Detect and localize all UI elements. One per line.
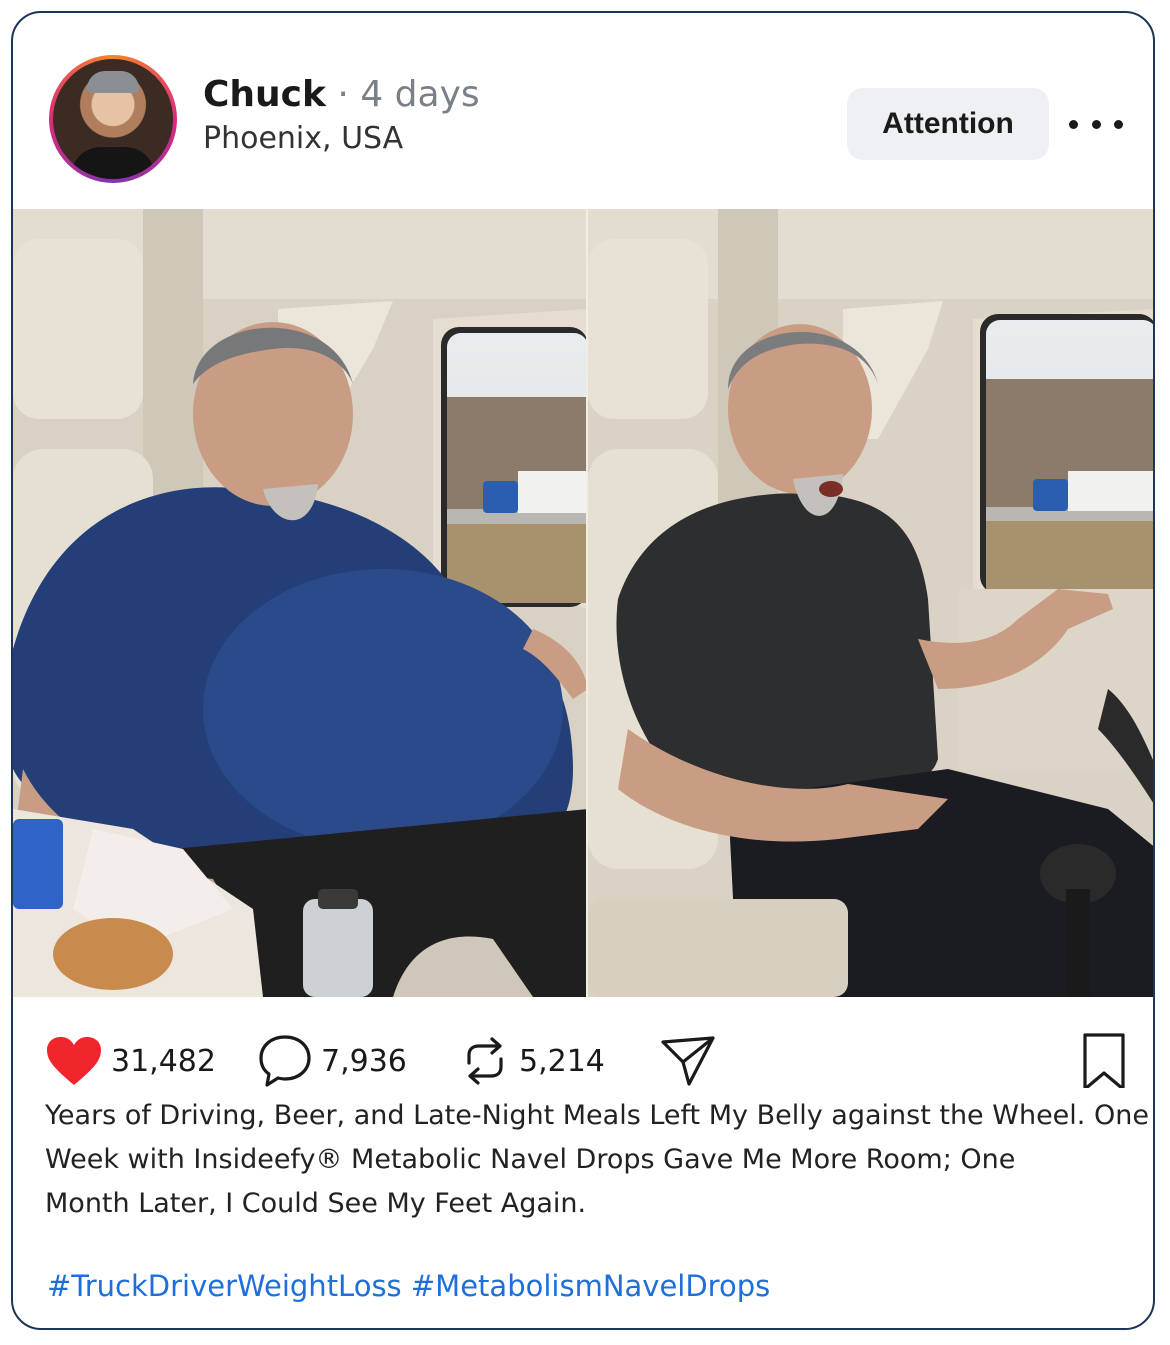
author-name[interactable]: Chuck [203, 74, 326, 115]
before-photo-illustration [13, 209, 588, 997]
action-bar: 31,482 7,936 5,214 [13, 1031, 1153, 1091]
like-action[interactable]: 31,482 [45, 1031, 216, 1091]
comment-count: 7,936 [321, 1043, 407, 1079]
comment-icon[interactable] [257, 1033, 313, 1089]
repost-icon[interactable] [459, 1033, 511, 1089]
author-line: Chuck · 4 days [203, 75, 480, 115]
caption-line-1: Years of Driving, Beer, and Late-Night M… [45, 1100, 1149, 1131]
heart-icon[interactable] [45, 1035, 103, 1087]
comment-action[interactable]: 7,936 [257, 1031, 407, 1091]
after-photo-illustration [588, 209, 1153, 997]
post-card: Chuck · 4 days Phoenix, USA Attention 31… [11, 11, 1155, 1330]
post-location[interactable]: Phoenix, USA [203, 121, 403, 156]
post-header: Chuck · 4 days Phoenix, USA Attention [13, 13, 1153, 209]
repost-action[interactable]: 5,214 [459, 1031, 605, 1091]
avatar-image [53, 59, 173, 179]
like-count: 31,482 [111, 1043, 216, 1079]
caption-line-2: Week with Insideefy® Metabolic Navel Dro… [45, 1144, 1016, 1175]
post-hashtags[interactable]: #TruckDriverWeightLoss #MetabolismNavelD… [47, 1269, 770, 1303]
attention-button[interactable]: Attention [847, 88, 1049, 160]
separator: · [337, 74, 349, 115]
share-icon[interactable] [659, 1032, 717, 1090]
after-photo[interactable] [588, 209, 1153, 997]
repost-count: 5,214 [519, 1043, 605, 1079]
before-photo[interactable] [13, 209, 588, 997]
post-caption: Years of Driving, Beer, and Late-Night M… [43, 1088, 1149, 1250]
bookmark-icon[interactable] [1081, 1031, 1127, 1091]
caption-line-3: Month Later, I Could See My Feet Again. [45, 1188, 587, 1219]
save-action[interactable] [1081, 1031, 1127, 1091]
avatar[interactable] [49, 55, 177, 183]
post-time: 4 days [360, 74, 480, 115]
more-horizontal-icon[interactable] [1069, 107, 1123, 141]
share-action[interactable] [659, 1031, 717, 1091]
